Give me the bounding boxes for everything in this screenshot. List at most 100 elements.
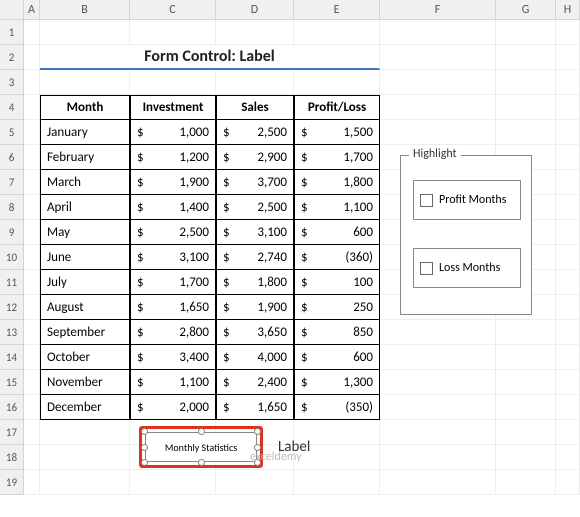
cell-sales[interactable]: $1,800 bbox=[216, 270, 294, 295]
cell[interactable] bbox=[40, 470, 130, 495]
cell[interactable] bbox=[556, 445, 580, 470]
cell-profit-loss[interactable]: $600 bbox=[294, 345, 380, 370]
cell[interactable] bbox=[380, 95, 496, 120]
cell-month[interactable]: May bbox=[40, 220, 130, 245]
cell-month[interactable]: January bbox=[40, 120, 130, 145]
header-investment[interactable]: Investment bbox=[130, 95, 216, 120]
cell[interactable] bbox=[556, 170, 580, 195]
header-profit-loss[interactable]: Profit/Loss bbox=[294, 95, 380, 120]
row-header[interactable]: 18 bbox=[0, 445, 24, 470]
col-G[interactable]: G bbox=[496, 0, 556, 19]
row-header[interactable]: 11 bbox=[0, 270, 24, 295]
cell-investment[interactable]: $2,000 bbox=[130, 395, 216, 420]
row-header[interactable]: 10 bbox=[0, 245, 24, 270]
profit-months-checkbox[interactable]: Profit Months bbox=[413, 180, 521, 220]
cell[interactable] bbox=[24, 145, 40, 170]
label-body[interactable]: Monthly Statistics bbox=[145, 432, 257, 462]
col-C[interactable]: C bbox=[130, 0, 216, 19]
cell[interactable] bbox=[496, 45, 556, 70]
cell[interactable] bbox=[130, 70, 216, 95]
cell-investment[interactable]: $1,200 bbox=[130, 145, 216, 170]
cell[interactable] bbox=[24, 45, 40, 70]
cell[interactable] bbox=[380, 120, 496, 145]
cell[interactable] bbox=[496, 470, 556, 495]
cell[interactable] bbox=[380, 345, 496, 370]
row-header[interactable]: 15 bbox=[0, 370, 24, 395]
cell-sales[interactable]: $3,100 bbox=[216, 220, 294, 245]
cell-sales[interactable]: $3,700 bbox=[216, 170, 294, 195]
cell-month[interactable]: August bbox=[40, 295, 130, 320]
row-header[interactable]: 16 bbox=[0, 395, 24, 420]
cell[interactable] bbox=[496, 370, 556, 395]
cell[interactable] bbox=[556, 345, 580, 370]
col-E[interactable]: E bbox=[294, 0, 380, 19]
row-header[interactable]: 9 bbox=[0, 220, 24, 245]
cell[interactable] bbox=[556, 145, 580, 170]
cell-profit-loss[interactable]: $250 bbox=[294, 295, 380, 320]
cell[interactable] bbox=[496, 345, 556, 370]
cell[interactable] bbox=[556, 370, 580, 395]
resize-handle[interactable] bbox=[141, 428, 148, 435]
cell[interactable] bbox=[216, 70, 294, 95]
cell-sales[interactable]: $2,500 bbox=[216, 120, 294, 145]
cell[interactable] bbox=[24, 420, 40, 445]
row-header[interactable]: 13 bbox=[0, 320, 24, 345]
cell[interactable] bbox=[380, 370, 496, 395]
row-header[interactable]: 17 bbox=[0, 420, 24, 445]
resize-handle[interactable] bbox=[254, 428, 261, 435]
cell-month[interactable]: June bbox=[40, 245, 130, 270]
cell-investment[interactable]: $1,000 bbox=[130, 120, 216, 145]
cell[interactable] bbox=[556, 320, 580, 345]
cell-sales[interactable]: $2,500 bbox=[216, 195, 294, 220]
cell-investment[interactable]: $1,100 bbox=[130, 370, 216, 395]
cell-investment[interactable]: $1,900 bbox=[130, 170, 216, 195]
cell[interactable] bbox=[24, 320, 40, 345]
cell[interactable] bbox=[380, 20, 496, 45]
cell-profit-loss[interactable]: $1,300 bbox=[294, 370, 380, 395]
cell-month[interactable]: April bbox=[40, 195, 130, 220]
row-header[interactable]: 12 bbox=[0, 295, 24, 320]
row-header[interactable]: 1 bbox=[0, 20, 24, 45]
cell[interactable] bbox=[216, 20, 294, 45]
header-month[interactable]: Month bbox=[40, 95, 130, 120]
cell[interactable] bbox=[380, 70, 496, 95]
cell[interactable] bbox=[24, 295, 40, 320]
cell-sales[interactable]: $3,650 bbox=[216, 320, 294, 345]
select-all-corner[interactable] bbox=[0, 0, 24, 19]
cell-investment[interactable]: $3,100 bbox=[130, 245, 216, 270]
cell-profit-loss[interactable]: $1,800 bbox=[294, 170, 380, 195]
cell[interactable] bbox=[556, 420, 580, 445]
cell[interactable] bbox=[24, 395, 40, 420]
cell[interactable] bbox=[216, 470, 294, 495]
cell-profit-loss[interactable]: $(360) bbox=[294, 245, 380, 270]
label-form-control[interactable]: Monthly Statistics bbox=[145, 432, 257, 462]
cell[interactable] bbox=[24, 195, 40, 220]
cell[interactable] bbox=[24, 445, 40, 470]
cell[interactable] bbox=[556, 95, 580, 120]
cell[interactable] bbox=[40, 420, 130, 445]
row-header[interactable]: 2 bbox=[0, 45, 24, 70]
row-header[interactable]: 7 bbox=[0, 170, 24, 195]
cell-month[interactable]: December bbox=[40, 395, 130, 420]
cell[interactable] bbox=[556, 220, 580, 245]
col-D[interactable]: D bbox=[216, 0, 294, 19]
cell[interactable] bbox=[556, 45, 580, 70]
cell-investment[interactable]: $3,400 bbox=[130, 345, 216, 370]
cell[interactable] bbox=[294, 70, 380, 95]
cell-investment[interactable]: $1,400 bbox=[130, 195, 216, 220]
cell[interactable] bbox=[380, 420, 496, 445]
cell[interactable] bbox=[24, 120, 40, 145]
resize-handle[interactable] bbox=[141, 444, 148, 451]
cell-month[interactable]: July bbox=[40, 270, 130, 295]
cell[interactable] bbox=[380, 320, 496, 345]
col-H[interactable]: H bbox=[556, 0, 580, 19]
cell-sales[interactable]: $4,000 bbox=[216, 345, 294, 370]
cell-investment[interactable]: $2,800 bbox=[130, 320, 216, 345]
cell[interactable] bbox=[380, 395, 496, 420]
header-sales[interactable]: Sales bbox=[216, 95, 294, 120]
cell[interactable] bbox=[556, 70, 580, 95]
cell[interactable] bbox=[556, 395, 580, 420]
cell-investment[interactable]: $2,500 bbox=[130, 220, 216, 245]
cell[interactable] bbox=[380, 45, 496, 70]
cell[interactable] bbox=[24, 20, 40, 45]
